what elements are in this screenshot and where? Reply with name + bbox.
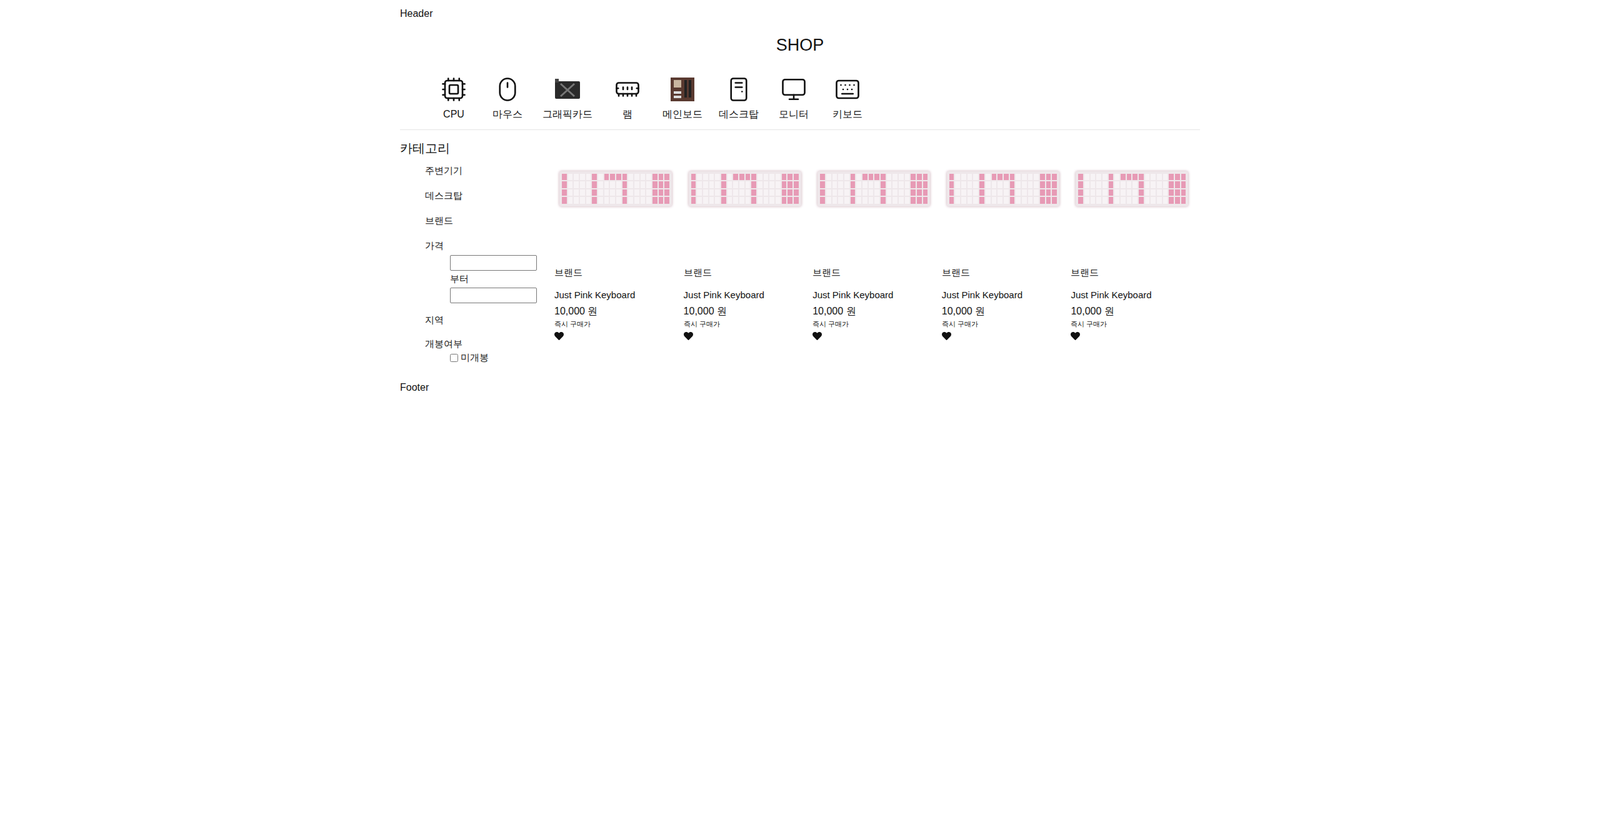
- sidebar: 주변기기데스크탑브랜드가격부터지역개봉여부미개봉: [400, 157, 555, 365]
- motherboard-icon: [669, 76, 696, 103]
- product-note: 즉시 구매가: [1070, 318, 1194, 330]
- product-price: 10,000 원: [683, 303, 807, 319]
- product-brand: 브랜드: [812, 265, 935, 280]
- header: Header: [400, 0, 1200, 22]
- product-brand: 브랜드: [683, 265, 807, 280]
- sidebar-item[interactable]: 지역: [425, 303, 555, 329]
- price-from-input[interactable]: [450, 255, 537, 271]
- heart-icon[interactable]: [812, 331, 822, 341]
- sidebar-title: 카테고리: [400, 138, 1200, 158]
- category-item[interactable]: 그래픽카드: [542, 75, 593, 122]
- product-name: Just Pink Keyboard: [683, 288, 807, 303]
- heart-icon[interactable]: [683, 331, 694, 341]
- heart-icon[interactable]: [941, 331, 952, 341]
- product-card[interactable]: 브랜드 Just Pink Keyboard10,000 원즉시 구매가: [812, 171, 942, 365]
- opened-checkbox-row[interactable]: 미개봉: [425, 350, 555, 365]
- product-note: 즉시 구매가: [683, 318, 807, 330]
- product-price: 10,000 원: [941, 303, 1065, 319]
- sidebar-item[interactable]: 데스크탑: [425, 188, 555, 214]
- sidebar-item[interactable]: 주변기기: [425, 163, 555, 189]
- graphics-card-icon: [554, 76, 581, 103]
- cpu-icon: [440, 76, 467, 103]
- product-name: Just Pink Keyboard: [941, 288, 1065, 303]
- category-item[interactable]: 마우스: [488, 75, 527, 122]
- product-grid: 브랜드Just Pink Keyboard10,000 원즉시 구매가브랜드Ju…: [554, 157, 1200, 365]
- keyboard-icon: [834, 76, 861, 103]
- product-note: 즉시 구매가: [812, 318, 935, 330]
- product-note: 즉시 구매가: [941, 318, 1065, 330]
- product-card[interactable]: 브랜드 Just Pink Keyboard10,000 원즉시 구매가: [683, 171, 813, 365]
- product-price: 10,000 원: [812, 303, 935, 319]
- desktop-icon: [725, 76, 752, 103]
- opened-checkbox[interactable]: [450, 353, 459, 362]
- product-image: [1075, 171, 1189, 207]
- footer: Footer: [400, 380, 1200, 395]
- product-brand: 브랜드: [554, 265, 677, 280]
- category-item[interactable]: CPU: [435, 75, 473, 122]
- product-price: 10,000 원: [554, 303, 677, 319]
- opened-filter: 개봉여부미개봉: [425, 328, 555, 365]
- sidebar-item[interactable]: 브랜드: [425, 213, 555, 239]
- product-note: 즉시 구매가: [554, 318, 677, 330]
- product-image: [688, 171, 802, 207]
- category-item[interactable]: 키보드: [828, 75, 867, 122]
- price-to-input[interactable]: [450, 287, 537, 304]
- product-brand: 브랜드: [941, 265, 1065, 280]
- product-image: [817, 171, 930, 207]
- category-item[interactable]: 데스크탑: [718, 75, 759, 122]
- heart-icon[interactable]: [554, 331, 564, 341]
- product-image: [559, 171, 672, 207]
- category-bar: CPU 마우스 그래픽카드 램 메인보드 데스크탑 모니터 키보드: [400, 75, 1200, 130]
- product-card[interactable]: 브랜드 Just Pink Keyboard10,000 원즉시 구매가: [1070, 171, 1200, 365]
- monitor-icon: [780, 76, 807, 103]
- category-item[interactable]: 램: [608, 75, 647, 122]
- product-name: Just Pink Keyboard: [812, 288, 935, 303]
- shop-title: SHOP: [400, 32, 1200, 59]
- product-image: [946, 171, 1060, 207]
- mouse-icon: [494, 76, 521, 103]
- product-brand: 브랜드: [1070, 265, 1194, 280]
- product-price: 10,000 원: [1070, 303, 1194, 319]
- product-name: Just Pink Keyboard: [1070, 288, 1194, 303]
- product-card[interactable]: 브랜드 Just Pink Keyboard10,000 원즉시 구매가: [941, 171, 1071, 365]
- price-filter: 가격부터: [425, 238, 555, 304]
- heart-icon[interactable]: [1070, 331, 1080, 341]
- ram-icon: [614, 76, 641, 103]
- category-item[interactable]: 메인보드: [662, 75, 703, 122]
- page: HeaderSHOPCPU마우스그래픽카드램메인보드데스크탑모니터키보드카테고리…: [0, 0, 1600, 814]
- product-card[interactable]: 브랜드 Just Pink Keyboard10,000 원즉시 구매가: [554, 171, 684, 365]
- category-item[interactable]: 모니터: [775, 75, 813, 122]
- product-name: Just Pink Keyboard: [554, 288, 677, 303]
